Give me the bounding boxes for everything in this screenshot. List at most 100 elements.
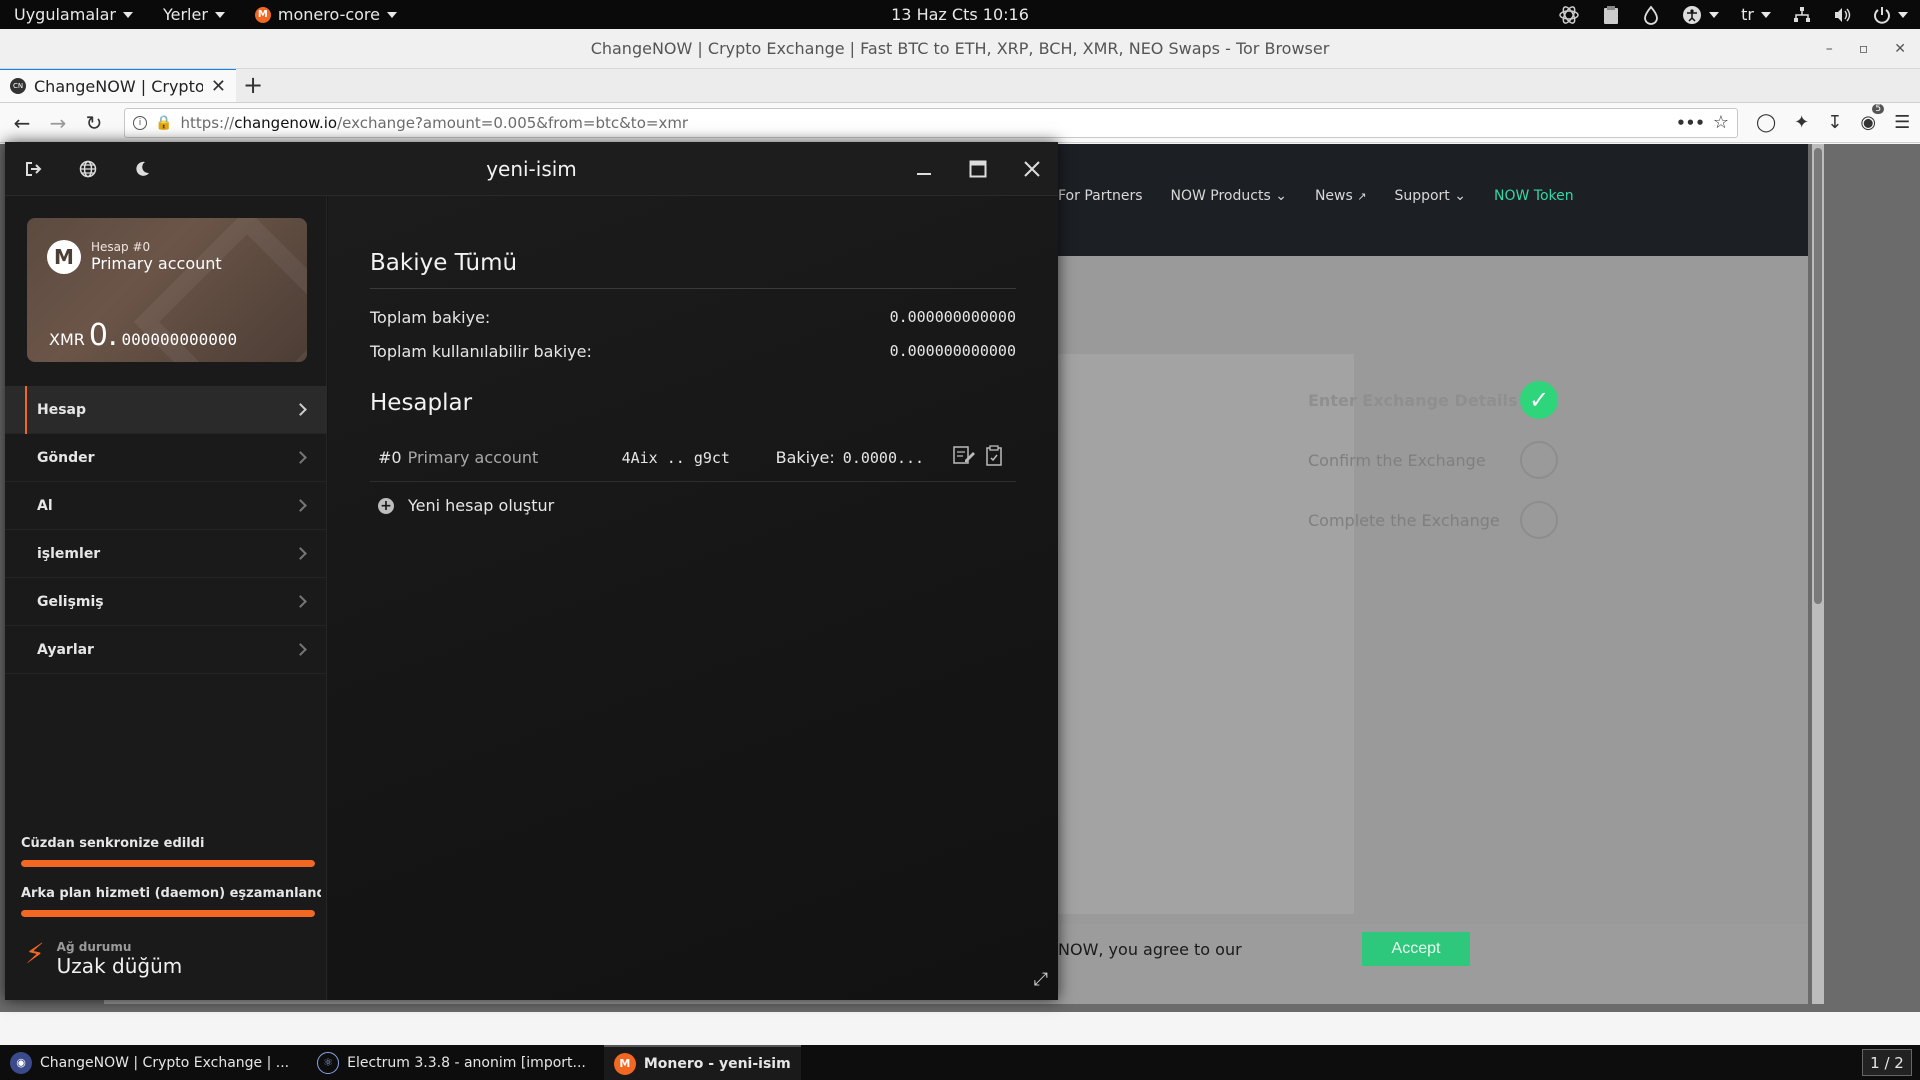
resize-handle-icon[interactable]: ⤢ <box>1034 969 1048 990</box>
power-icon[interactable] <box>1873 6 1908 24</box>
task-tor-browser[interactable]: ◉ ChangeNOW | Crypto Exchange | ... <box>0 1045 299 1080</box>
menu-item-islemler[interactable]: işlemler <box>5 530 327 578</box>
monero-icon: M <box>254 6 271 23</box>
account-card[interactable]: M Hesap #0 Primary account XMR 0. 0000000… <box>27 218 307 362</box>
chevron-right-icon <box>294 547 307 560</box>
total-balance-row: Toplam bakiye: 0.000000000000 <box>370 308 1016 327</box>
restore-icon[interactable]: ▫ <box>1859 41 1869 57</box>
network-status-value: Uzak düğüm <box>56 954 183 978</box>
edit-label-icon[interactable] <box>953 445 975 471</box>
tab-close-icon[interactable]: ✕ <box>211 76 226 97</box>
plus-circle-icon: + <box>378 497 394 514</box>
info-icon[interactable]: i <box>133 115 147 130</box>
hamburger-menu-icon[interactable]: ☰ <box>1894 112 1910 133</box>
noscript-icon[interactable]: ◉ 5 <box>1860 104 1885 133</box>
navigation-toolbar: ← → ↻ i 🔒 https://changenow.io/exchange?… <box>0 103 1920 143</box>
wallet-sync-label: Cüzdan senkronize edildi <box>21 836 205 851</box>
globe-icon[interactable] <box>77 158 99 180</box>
create-account-button[interactable]: + Yeni hesap oluştur <box>378 496 554 515</box>
account-number: Hesap #0 <box>91 240 151 254</box>
lock-icon: 🔒 <box>155 114 173 131</box>
volume-icon[interactable] <box>1833 6 1851 24</box>
step-enter-details: Enter Exchange Details ✓ <box>1308 370 1558 430</box>
electrum-icon: ⚛ <box>317 1051 340 1074</box>
step-circle-icon <box>1520 441 1558 479</box>
exchange-steps: Enter Exchange Details ✓ Confirm the Exch… <box>1308 370 1558 550</box>
caret-down-icon <box>1709 11 1720 18</box>
account-row[interactable]: #0 Primary account 4Aix .. g9ct Bakiye: … <box>370 434 1016 482</box>
wallet-title: yeni-isim <box>486 156 577 181</box>
caret-down-icon <box>122 11 133 18</box>
menu-item-hesap[interactable]: Hesap <box>5 386 327 434</box>
tab-changenow[interactable]: CN ChangeNOW | Crypto Exchange | Fast BT… <box>0 68 236 102</box>
menu-item-gonder[interactable]: Gönder <box>5 434 327 482</box>
task-electrum[interactable]: ⚛ Electrum 3.3.8 - anonim [import... <box>307 1045 596 1080</box>
moon-icon[interactable] <box>131 158 153 180</box>
minimize-icon[interactable] <box>912 157 936 181</box>
network-icon[interactable] <box>1793 6 1811 24</box>
nav-support[interactable]: Support ⌄ <box>1394 188 1466 204</box>
monero-icon: M <box>613 1052 636 1075</box>
page-actions-icon[interactable]: ••• <box>1676 114 1705 132</box>
changenow-favicon-icon: CN <box>10 78 26 94</box>
cookie-text: NOW, you agree to our <box>1058 940 1242 959</box>
reload-icon[interactable]: ↻ <box>80 109 108 137</box>
unlocked-balance-row: Toplam kullanılabilir bakiye: 0.00000000… <box>370 342 1016 361</box>
maximize-icon[interactable] <box>966 157 990 181</box>
close-icon[interactable] <box>1020 157 1044 181</box>
unlocked-balance-value: 0.000000000000 <box>889 342 1016 360</box>
nav-now-products[interactable]: NOW Products ⌄ <box>1171 188 1287 204</box>
monero-wallet-window: yeni-isim M Hesap #0 Primary account XMR… <box>5 142 1058 1000</box>
tor-circuit-icon[interactable]: ✦ <box>1794 112 1809 133</box>
account-name: Primary account <box>91 254 222 273</box>
nav-news[interactable]: News ↗ <box>1315 188 1367 204</box>
task-monero[interactable]: M Monero - yeni-isim <box>603 1045 801 1080</box>
accounts-section-title: Hesaplar <box>370 390 473 416</box>
caret-down-icon <box>214 11 225 18</box>
language-menu[interactable]: tr <box>1741 5 1771 24</box>
nav-now-token[interactable]: NOW Token <box>1494 188 1574 204</box>
download-icon[interactable]: ↧ <box>1827 112 1842 133</box>
daemon-sync-label: Arka plan hizmeti (daemon) eşzamanlandı … <box>21 886 321 901</box>
tab-strip: CN ChangeNOW | Crypto Exchange | Fast BT… <box>0 68 1920 103</box>
accept-cookies-button[interactable]: Accept <box>1362 932 1470 966</box>
network-status: ⚡ Ağ durumu Uzak düğüm <box>25 937 183 979</box>
applications-menu[interactable]: Uygulamalar <box>14 5 133 24</box>
clipboard-tray-icon[interactable] <box>1602 5 1620 25</box>
app-menu[interactable]: M monero-core <box>254 5 397 24</box>
browser-title-bar: ChangeNOW | Crypto Exchange | Fast BTC t… <box>0 29 1920 69</box>
close-icon[interactable]: ✕ <box>1894 41 1906 57</box>
places-menu[interactable]: Yerler <box>163 5 225 24</box>
nav-for-partners[interactable]: For Partners <box>1058 188 1143 204</box>
menu-item-ayarlar[interactable]: Ayarlar <box>5 626 327 674</box>
taskbar: ◉ ChangeNOW | Crypto Exchange | ... ⚛ El… <box>0 1045 1920 1080</box>
clock[interactable]: 13 Haz Cts 10:16 <box>891 5 1029 24</box>
url-bar[interactable]: i 🔒 https://changenow.io/exchange?amount… <box>124 107 1738 138</box>
chevron-right-icon <box>294 595 307 608</box>
forward-icon[interactable]: → <box>44 109 72 137</box>
menu-item-al[interactable]: Al <box>5 482 327 530</box>
minimize-icon[interactable]: – <box>1826 41 1833 57</box>
electrum-tray-icon[interactable] <box>1558 4 1580 26</box>
logout-icon[interactable] <box>23 158 45 180</box>
accessibility-icon[interactable] <box>1682 5 1720 25</box>
page-scroll-thumb[interactable] <box>1814 148 1822 604</box>
noscript-badge: 5 <box>1872 104 1885 114</box>
bookmark-star-icon[interactable]: ☆ <box>1713 112 1729 133</box>
wallet-title-bar: yeni-isim <box>5 142 1058 196</box>
chevron-down-icon: ⌄ <box>1275 188 1287 204</box>
onion-tray-icon[interactable] <box>1642 5 1660 25</box>
back-icon[interactable]: ← <box>8 109 36 137</box>
wallet-main-panel: Bakiye Tümü Toplam bakiye: 0.00000000000… <box>328 196 1058 1000</box>
shield-icon[interactable]: ◯ <box>1756 112 1776 133</box>
workspace-indicator[interactable]: 1 / 2 <box>1862 1049 1912 1076</box>
top-bar: Uygulamalar Yerler M monero-core 13 Haz … <box>0 0 1920 29</box>
menu-item-gelismis[interactable]: Gelişmiş <box>5 578 327 626</box>
step-confirm: Confirm the Exchange <box>1308 430 1558 490</box>
wallet-sidebar: M Hesap #0 Primary account XMR 0. 0000000… <box>5 196 327 1000</box>
account-address: 4Aix .. g9ct <box>621 448 730 467</box>
copy-clipboard-icon[interactable] <box>985 444 1003 471</box>
step-circle-icon <box>1520 501 1558 539</box>
external-link-icon: ↗ <box>1357 190 1367 203</box>
new-tab-button[interactable]: + <box>236 68 270 102</box>
